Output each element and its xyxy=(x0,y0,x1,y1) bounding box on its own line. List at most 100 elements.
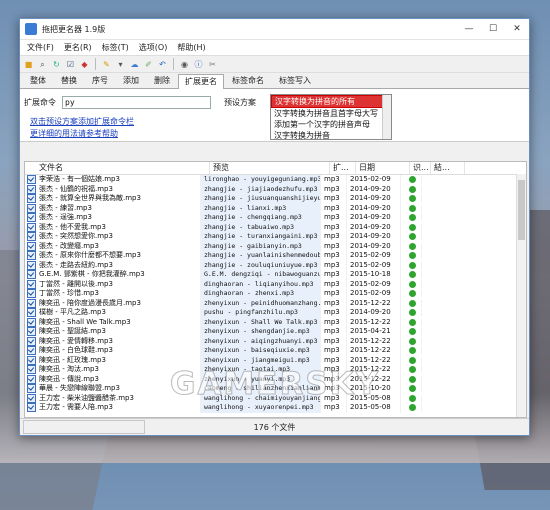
table-row[interactable]: 丁當然 - 離開以後.mp3 dinghaoran - liqianyihou.m… xyxy=(25,279,526,289)
tab-replace[interactable]: 替换 xyxy=(54,73,84,88)
row-checkbox[interactable] xyxy=(27,308,36,318)
table-row[interactable]: 張杰 - 就算全世界與我為敵.mp3 zhangjie - jiusuanquan… xyxy=(25,194,526,204)
minimize-button[interactable]: — xyxy=(457,19,481,39)
table-row[interactable]: 張杰 - 走路去紐約.mp3 zhangjie - zouluqiuniuyue.… xyxy=(25,260,526,270)
column-header-status[interactable]: 识... xyxy=(410,162,431,174)
table-row[interactable]: 張杰 - 他不愛我.mp3 zhangjie - tabuaiwo.mp3 mp3 2… xyxy=(25,222,526,232)
table-row[interactable]: 張杰 - 原來你什麼都不想要.mp3 zhangjie - yuanlainish… xyxy=(25,251,526,261)
scheme-item[interactable]: 汉字转换为拼音且首字母大写 xyxy=(271,108,391,119)
filename-cell[interactable]: 李荣浩 - 有一個姑娘.mp3 xyxy=(25,175,201,185)
scheme-listbox[interactable]: 汉字转换为拼音的所有 汉字转换为拼音且首字母大写 添加第一个汉字的拼音声母 汉字… xyxy=(270,94,392,140)
row-checkbox[interactable] xyxy=(27,298,36,308)
table-row[interactable]: 張杰 - 改變癮.mp3 zhangjie - gaibianyin.mp3 mp3… xyxy=(25,241,526,251)
table-row[interactable]: 丁當然 - 珍惜.mp3 dinghaoran - zhenxi.mp3 mp3 20… xyxy=(25,289,526,299)
filename-cell[interactable]: 陳奕迅 - 白色球鞋.mp3 xyxy=(25,346,201,356)
row-checkbox[interactable] xyxy=(27,232,36,242)
table-row[interactable]: 陳奕迅 - 聖誕結.mp3 zhenyixun - shengdanjie.mp3… xyxy=(25,327,526,337)
row-checkbox[interactable] xyxy=(27,222,36,232)
row-checkbox[interactable] xyxy=(27,384,36,394)
filename-cell[interactable]: G.E.M. 鄧紫棋 - 你把我灌醉.mp3 xyxy=(25,270,201,280)
filename-cell[interactable]: 張杰 - 他不愛我.mp3 xyxy=(25,222,201,232)
table-row[interactable]: 張杰 - 突然想愛你.mp3 zhangjie - turanxiangaini.… xyxy=(25,232,526,242)
filename-cell[interactable]: 張杰 - 逞強.mp3 xyxy=(25,213,201,223)
tools-icon[interactable]: ✂ xyxy=(207,59,218,70)
scheme-item[interactable]: 添加第一个汉字的拼音声母 xyxy=(271,119,391,130)
row-checkbox[interactable] xyxy=(27,241,36,251)
row-checkbox[interactable] xyxy=(27,403,36,413)
filename-cell[interactable]: 張杰 - 仙鶴的祝福.mp3 xyxy=(25,184,201,194)
row-checkbox[interactable] xyxy=(27,346,36,356)
chevron-down-icon[interactable]: ▾ xyxy=(115,59,126,70)
filename-cell[interactable]: 陳奕迅 - 聖誕結.mp3 xyxy=(25,327,201,337)
row-checkbox[interactable] xyxy=(27,289,36,299)
table-row[interactable]: 李荣浩 - 有一個姑娘.mp3 lironghao - youyigegunian… xyxy=(25,175,526,185)
table-row[interactable]: G.E.M. 鄧紫棋 - 你把我灌醉.mp3 G.E.M. dengziqi - … xyxy=(25,270,526,280)
column-header-result[interactable]: 結... xyxy=(431,162,465,174)
row-checkbox[interactable] xyxy=(27,317,36,327)
table-row[interactable]: 樸樹 - 平凡之路.mp3 pushu - pingfanzhilu.mp3 mp3… xyxy=(25,308,526,318)
filename-cell[interactable]: 陳奕迅 - Shall We Talk.mp3 xyxy=(25,317,201,327)
close-button[interactable]: ✕ xyxy=(505,19,529,39)
row-checkbox[interactable] xyxy=(27,194,36,204)
column-header-preview[interactable]: 预览 xyxy=(210,162,330,174)
row-checkbox[interactable] xyxy=(27,365,36,375)
tab-tag-naming[interactable]: 标签命名 xyxy=(225,73,271,88)
menu-file[interactable]: 文件(F) xyxy=(22,42,59,53)
table-row[interactable]: 張杰 - 練習.mp3 zhangjie - lianxi.mp3 mp3 2014-… xyxy=(25,203,526,213)
filename-cell[interactable]: 丁當然 - 離開以後.mp3 xyxy=(25,279,201,289)
filename-cell[interactable]: 張杰 - 走路去紐約.mp3 xyxy=(25,260,201,270)
search-icon[interactable]: ⌕ xyxy=(37,59,48,70)
row-checkbox[interactable] xyxy=(27,251,36,261)
table-row[interactable]: 陳奕迅 - 愛情轉移.mp3 zhenyixun - aiqingzhuanyi.… xyxy=(25,336,526,346)
table-row[interactable]: 陳奕迅 - Shall We Talk.mp3 zhenyixun - Shall… xyxy=(25,317,526,327)
menu-help[interactable]: 帮助(H) xyxy=(172,42,210,53)
tag-icon[interactable]: ◆ xyxy=(79,59,90,70)
scheme-scrollbar[interactable] xyxy=(382,95,391,139)
filename-cell[interactable]: 張杰 - 練習.mp3 xyxy=(25,203,201,213)
filename-cell[interactable]: 張杰 - 突然想愛你.mp3 xyxy=(25,232,201,242)
filename-cell[interactable]: 張杰 - 原來你什麼都不想要.mp3 xyxy=(25,251,201,261)
row-checkbox[interactable] xyxy=(27,213,36,223)
folder-open-icon[interactable]: ■ xyxy=(23,59,34,70)
row-checkbox[interactable] xyxy=(27,393,36,403)
help-link-usage[interactable]: 更详细的用法请参考帮助 xyxy=(30,128,118,139)
menu-tags[interactable]: 标签(T) xyxy=(97,42,134,53)
table-scrollbar[interactable] xyxy=(516,174,526,417)
menu-options[interactable]: 选项(O) xyxy=(134,42,173,53)
help-link-add-command[interactable]: 双击预设方案添加扩展命令栏 xyxy=(30,116,134,127)
scheme-item[interactable]: 汉字转换为拼音的所有 xyxy=(271,95,391,108)
edit-icon[interactable]: ✐ xyxy=(143,59,154,70)
tab-extended-rename[interactable]: 扩展更名 xyxy=(178,74,224,89)
refresh-icon[interactable]: ↻ xyxy=(51,59,62,70)
filename-cell[interactable]: 陳奕迅 - 愛情轉移.mp3 xyxy=(25,336,201,346)
brush-icon[interactable]: ✎ xyxy=(101,59,112,70)
tab-overall[interactable]: 整体 xyxy=(23,73,53,88)
checklist-icon[interactable]: ☑ xyxy=(65,59,76,70)
info-icon[interactable]: ⓘ xyxy=(193,59,204,70)
table-row[interactable]: 陳奕迅 - 陪你度過漫長歲月.mp3 zhenyixun - peinidhuom… xyxy=(25,298,526,308)
filename-cell[interactable]: 張杰 - 改變癮.mp3 xyxy=(25,241,201,251)
table-row[interactable]: 陳奕迅 - 白色球鞋.mp3 zhenyixun - baiseqiuxie.mp… xyxy=(25,346,526,356)
column-header-date[interactable]: 日期 xyxy=(356,162,410,174)
table-row[interactable]: 張杰 - 仙鶴的祝福.mp3 zhangjie - jiajiaodezhufu.… xyxy=(25,184,526,194)
row-checkbox[interactable] xyxy=(27,260,36,270)
tab-sequence[interactable]: 序号 xyxy=(85,73,115,88)
row-checkbox[interactable] xyxy=(27,184,36,194)
maximize-button[interactable]: ☐ xyxy=(481,19,505,39)
undo-icon[interactable]: ↶ xyxy=(157,59,168,70)
column-header-filename[interactable]: 文件名 xyxy=(25,162,210,174)
cloud-icon[interactable]: ☁ xyxy=(129,59,140,70)
table-row[interactable]: 王力宏 - 需要人陪.mp3 wanglihong - xuyaorenpei.m… xyxy=(25,403,526,413)
tab-delete[interactable]: 删除 xyxy=(147,73,177,88)
tab-tag-write[interactable]: 标签写入 xyxy=(272,73,318,88)
tab-add[interactable]: 添加 xyxy=(116,73,146,88)
column-header-extension[interactable]: 扩... xyxy=(330,162,356,174)
row-checkbox[interactable] xyxy=(27,355,36,365)
row-checkbox[interactable] xyxy=(27,327,36,337)
filename-cell[interactable]: 樸樹 - 平凡之路.mp3 xyxy=(25,308,201,318)
row-checkbox[interactable] xyxy=(27,374,36,384)
filename-cell[interactable]: 陳奕迅 - 紅玫瑰.mp3 xyxy=(25,355,201,365)
row-checkbox[interactable] xyxy=(27,175,36,185)
menu-rename[interactable]: 更名(R) xyxy=(59,42,97,53)
row-checkbox[interactable] xyxy=(27,203,36,213)
